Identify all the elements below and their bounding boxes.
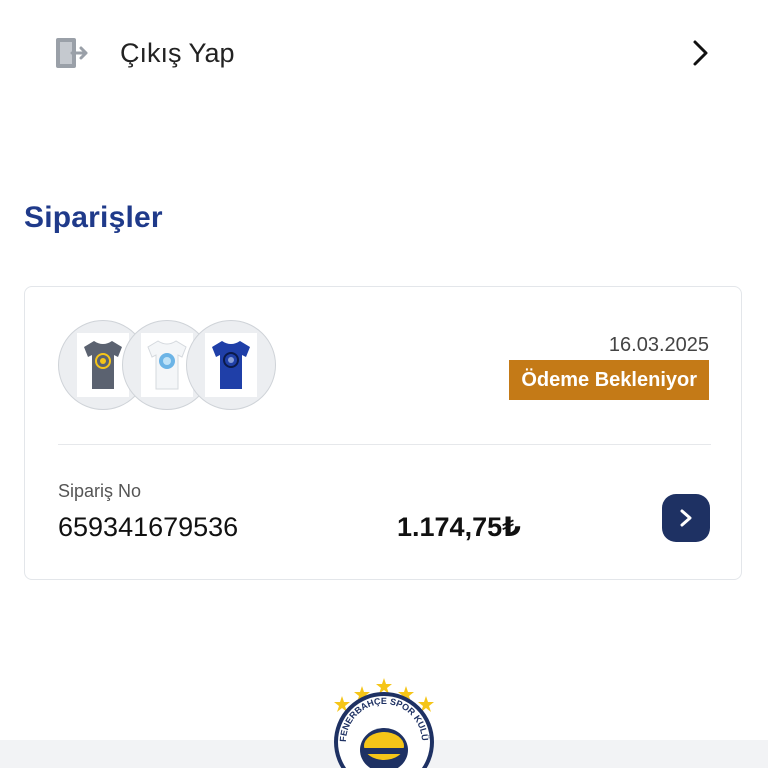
order-card[interactable]: 16.03.2025 Ödeme Bekleniyor Sipariş No 6… [24, 286, 742, 580]
logout-door-icon [54, 36, 90, 72]
product-thumbnails [58, 320, 288, 412]
chevron-right-icon [688, 38, 714, 68]
order-status-badge: Ödeme Bekleniyor [509, 360, 709, 400]
order-detail-button[interactable] [662, 494, 710, 542]
card-divider [58, 444, 711, 445]
order-number-value: 659341679536 [58, 512, 239, 542]
orders-section-title: Siparişler [24, 201, 163, 234]
order-date: 16.03.2025 [608, 334, 709, 356]
chevron-right-icon [680, 509, 692, 527]
logout-row[interactable]: Çıkış Yap [0, 0, 768, 106]
logout-label: Çıkış Yap [120, 38, 235, 68]
tshirt-thumbnail-blue [186, 320, 276, 410]
club-logo: FENERBAHÇE SPOR KULÜBÜ [327, 668, 438, 773]
order-total: 1.174,75₺ [397, 512, 521, 542]
order-number-label: Sipariş No [58, 481, 142, 501]
